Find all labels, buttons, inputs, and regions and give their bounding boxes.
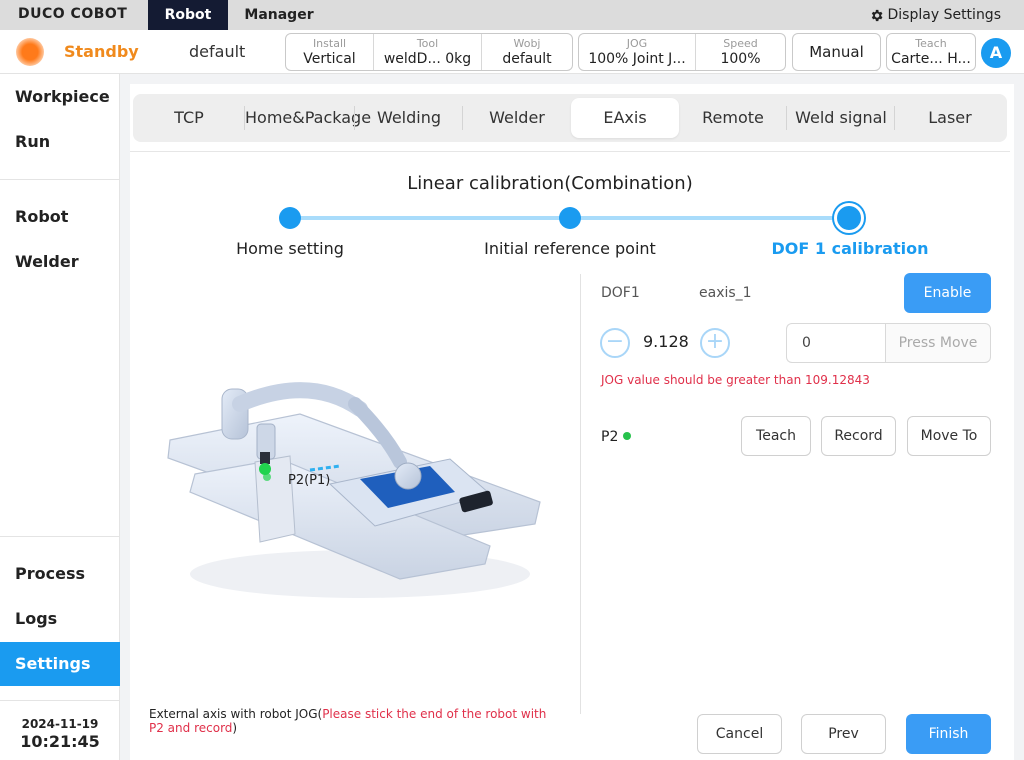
tab-welding[interactable]: Welding (355, 98, 463, 138)
gear-icon (871, 9, 882, 21)
p2-point-label: P2(P1) (288, 473, 331, 488)
tool-value: weldD... 0kg (384, 50, 471, 68)
cancel-button[interactable]: Cancel (697, 714, 782, 754)
robot-state: Standby (64, 42, 139, 61)
teach-label: Teach (915, 36, 947, 50)
press-move-button[interactable]: Press Move (885, 323, 991, 363)
minus-icon[interactable]: − (600, 328, 630, 358)
tool-label: Tool (416, 36, 439, 50)
note-suffix: ) (232, 721, 238, 735)
step-label-dof1-calibration: DOF 1 calibration (771, 239, 929, 258)
teach-frame: Carte... (891, 50, 943, 67)
tool-weight: 0kg (445, 50, 472, 67)
current-date: 2024-11-19 (21, 717, 99, 731)
tab-laser[interactable]: Laser (895, 98, 1005, 138)
speed-label: Speed (723, 36, 758, 50)
install-label: Install (312, 36, 347, 50)
tool-cell[interactable]: Tool weldD... 0kg (374, 34, 482, 70)
step-connector (570, 216, 850, 220)
teach-button[interactable]: Teach (741, 416, 811, 456)
move-target-input[interactable]: 0 (786, 323, 886, 363)
install-cell[interactable]: Install Vertical (286, 34, 374, 70)
step-connector (290, 216, 570, 220)
sidebar-item-settings[interactable]: Settings (0, 642, 120, 686)
external-axis-name: eaxis_1 (699, 285, 752, 301)
sidebar-item-run[interactable]: Run (0, 120, 120, 164)
teach-cell[interactable]: Teach Carte... H... (887, 34, 975, 70)
sidebar-item-robot[interactable]: Robot (0, 195, 120, 239)
enable-button[interactable]: Enable (904, 273, 991, 313)
tab-remote[interactable]: Remote (679, 98, 787, 138)
sidebar-item-workpiece[interactable]: Workpiece (0, 75, 120, 119)
tab-weld-signal[interactable]: Weld signal (787, 98, 895, 138)
tab-divider (130, 151, 1010, 152)
wobj-cell[interactable]: Wobj default (482, 34, 572, 70)
sidebar-divider (0, 536, 120, 537)
speed-cell[interactable]: Speed 100% (696, 34, 785, 70)
robot-rail-illustration (167, 382, 541, 598)
teach-panel[interactable]: Teach Carte... H... (886, 33, 976, 71)
step-dot-initial-reference (559, 207, 581, 229)
point-name: P2 (601, 429, 619, 445)
jog-cell[interactable]: JOG 100% Joint J... (579, 34, 696, 70)
teach-mode: H... (947, 50, 971, 67)
finish-button[interactable]: Finish (906, 714, 991, 754)
step-dot-home-setting (279, 207, 301, 229)
move-to-button[interactable]: Move To (907, 416, 991, 456)
install-value: Vertical (303, 50, 356, 67)
speed-value: 100% (720, 50, 761, 67)
project-name[interactable]: default (189, 42, 245, 61)
prev-button[interactable]: Prev (801, 714, 886, 754)
sidebar-divider (0, 179, 120, 180)
settings-panel: TCP Home&Package Welding Welder EAxis Re… (130, 84, 1014, 760)
status-bar: Standby default Install Vertical Tool we… (0, 30, 1024, 74)
teach-value: Carte... H... (891, 50, 971, 68)
sidebar-item-welder[interactable]: Welder (0, 240, 120, 284)
status-indicator-icon (16, 38, 44, 66)
point-status-icon (623, 432, 631, 440)
tab-manager[interactable]: Manager (234, 0, 324, 30)
tab-welder[interactable]: Welder (463, 98, 571, 138)
sidebar-divider (0, 700, 120, 701)
settings-tab-bar: TCP Home&Package Welding Welder EAxis Re… (133, 94, 1007, 142)
jog-warning-text: JOG value should be greater than 109.128… (601, 373, 870, 387)
tab-home-package[interactable]: Home&Package (245, 98, 371, 138)
tab-tcp[interactable]: TCP (133, 98, 245, 138)
manual-mode-button[interactable]: Manual (792, 33, 881, 71)
top-bar: DUCO COBOT Robot Manager Display Setting… (0, 0, 1024, 30)
sidebar-item-logs[interactable]: Logs (0, 597, 120, 641)
instruction-note: External axis with robot JOG(Please stic… (149, 707, 559, 735)
sidebar-item-process[interactable]: Process (0, 552, 120, 596)
tool-name: weldD... (383, 50, 441, 67)
jog-speed-panel[interactable]: JOG 100% Joint J... Speed 100% (578, 33, 786, 71)
jog-label: JOG (626, 36, 648, 50)
step-dot-dof1-calibration (834, 203, 864, 233)
wobj-value: default (502, 50, 552, 67)
dof-name: DOF1 (601, 285, 640, 301)
user-avatar[interactable]: A (981, 38, 1011, 68)
install-tool-wobj-panel[interactable]: Install Vertical Tool weldD... 0kg Wobj … (285, 33, 573, 71)
tab-robot[interactable]: Robot (148, 0, 228, 30)
step-label-initial-reference: Initial reference point (484, 239, 656, 258)
tab-eaxis[interactable]: EAxis (571, 98, 679, 138)
step-label-home-setting: Home setting (236, 239, 344, 258)
jog-position-value: 9.128 (643, 332, 689, 351)
plus-icon[interactable]: + (700, 328, 730, 358)
display-settings-button[interactable]: Display Settings (869, 0, 1001, 30)
display-settings-label: Display Settings (887, 7, 1001, 23)
current-time: 10:21:45 (20, 732, 100, 751)
note-prefix: External axis with robot JOG( (149, 707, 323, 721)
jog-value: 100% Joint J... (588, 50, 686, 67)
sidebar: Workpiece Run Robot Welder Process Logs … (0, 74, 120, 760)
duco-logo: DUCO COBOT (18, 6, 128, 22)
wobj-label: Wobj (513, 36, 541, 50)
record-button[interactable]: Record (821, 416, 896, 456)
calibration-title: Linear calibration(Combination) (407, 173, 693, 194)
vertical-divider (580, 274, 581, 714)
